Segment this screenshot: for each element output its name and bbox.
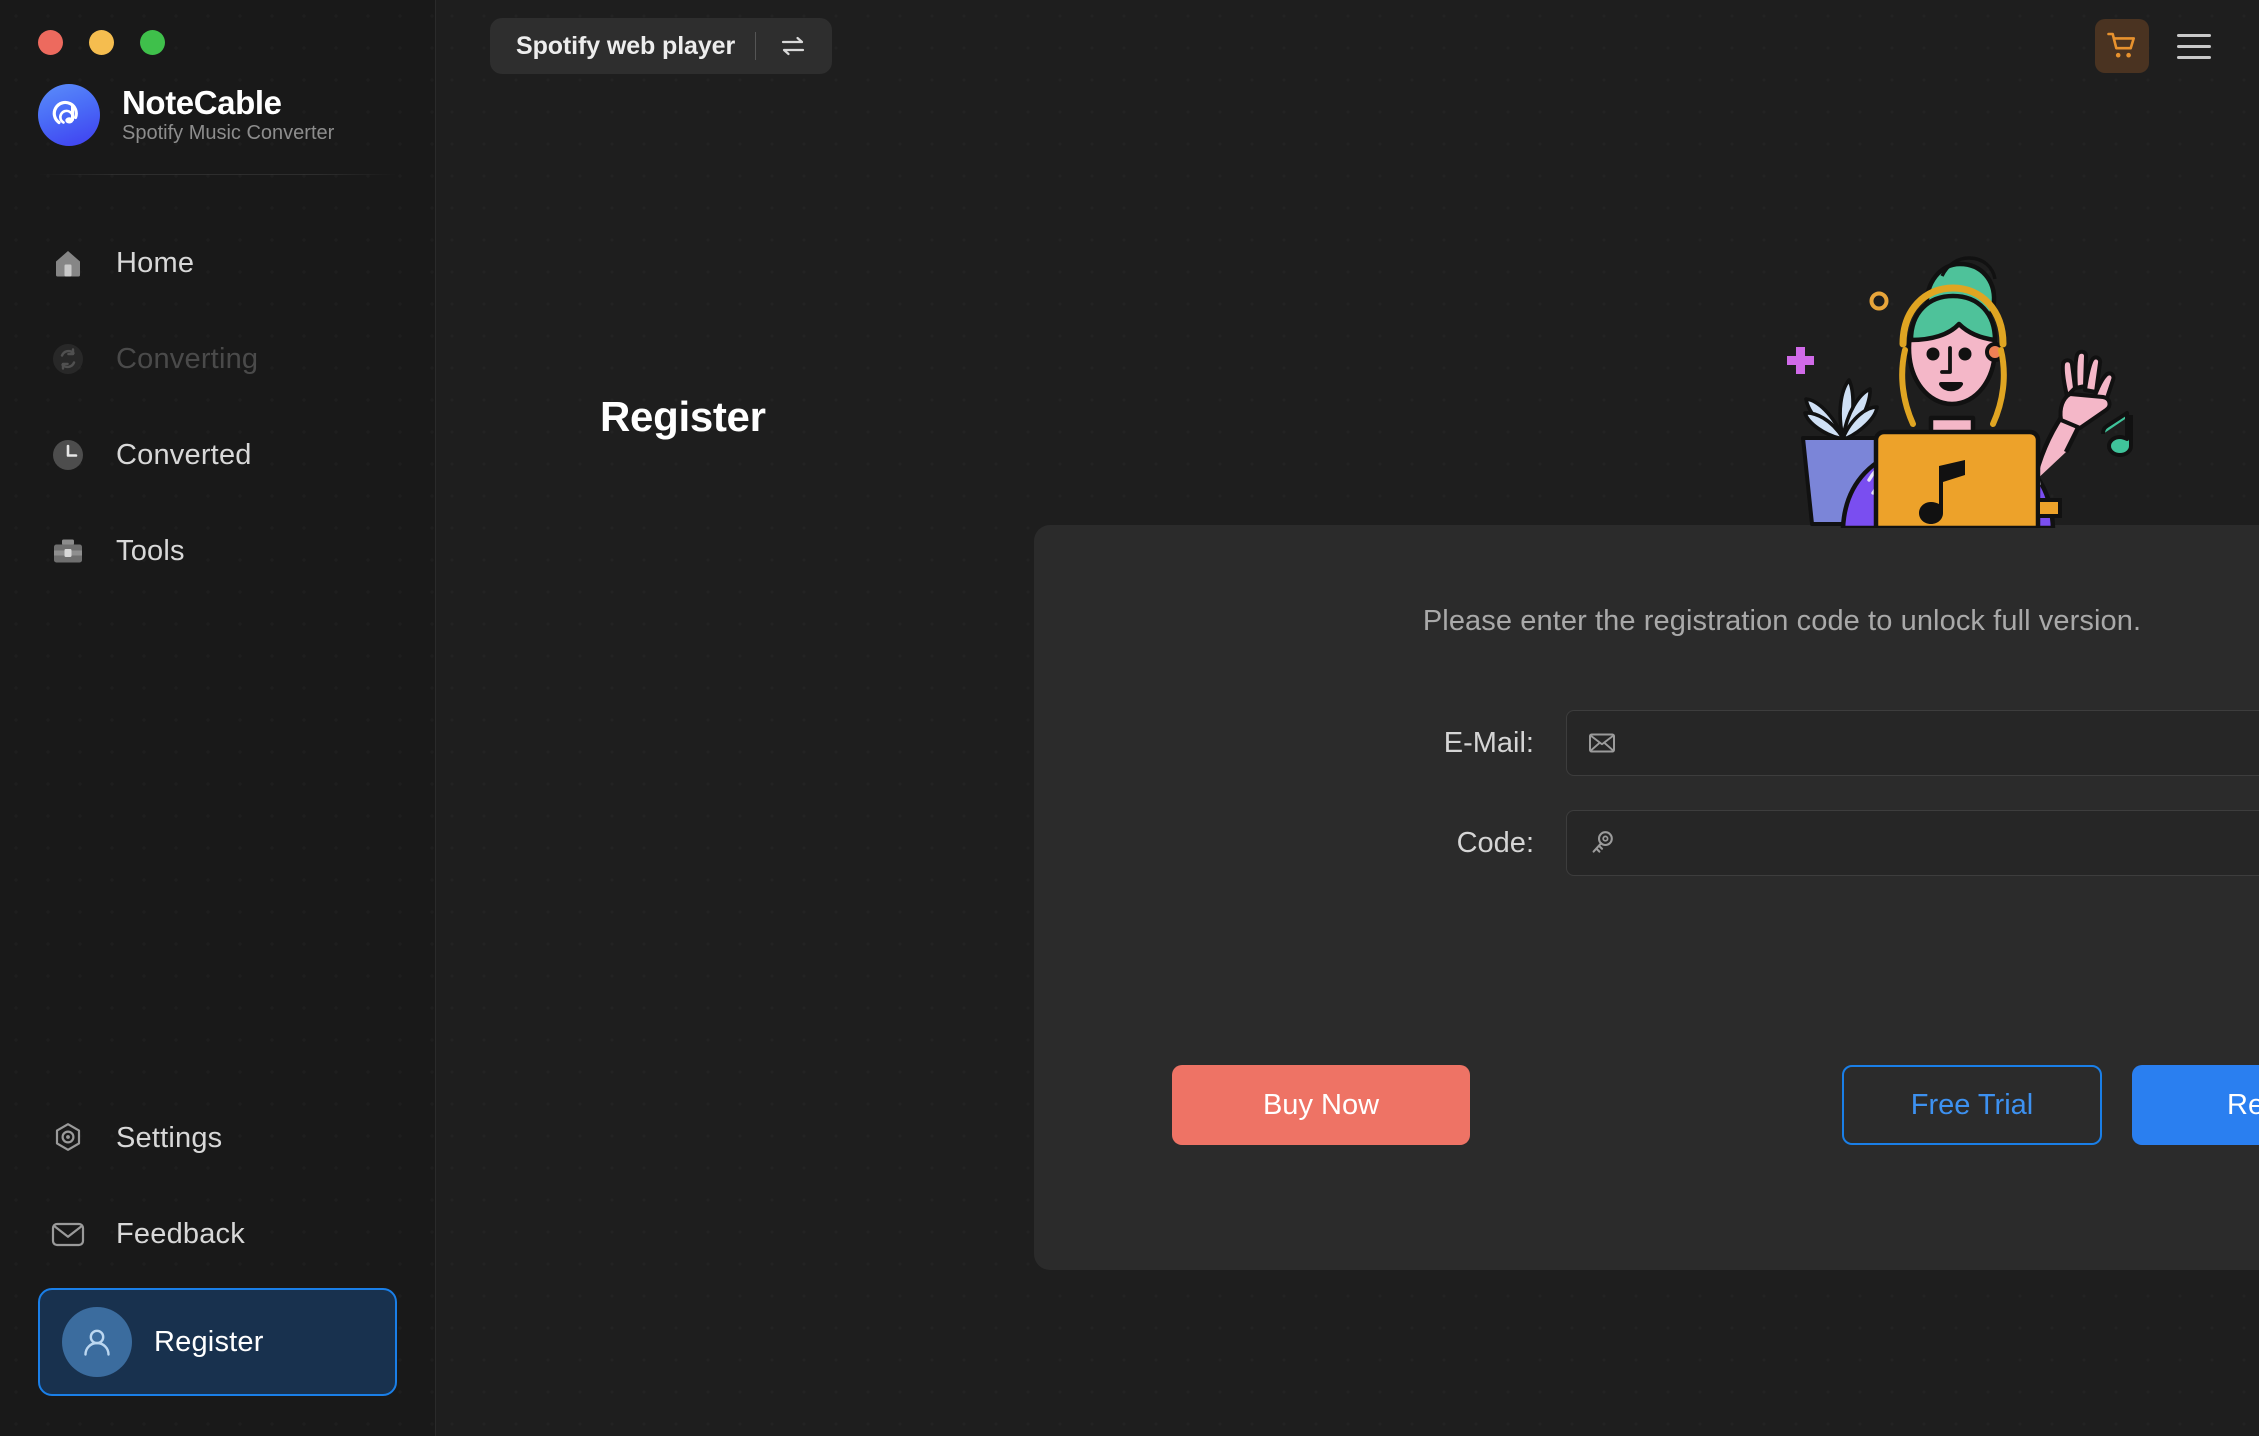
sidebar-item-converting[interactable]: Converting [0, 311, 435, 407]
sidebar-item-label: Settings [116, 1121, 223, 1154]
notecable-logo-icon [38, 84, 100, 146]
swap-arrows-icon[interactable] [776, 29, 810, 63]
clock-icon [46, 433, 90, 477]
code-input[interactable] [1629, 811, 2259, 875]
sidebar-divider [38, 174, 397, 175]
topbar-actions [2095, 19, 2223, 73]
sidebar-item-converted[interactable]: Converted [0, 407, 435, 503]
app-window: NoteCable Spotify Music Converter Home C… [0, 0, 2259, 1436]
pill-separator [755, 32, 757, 60]
email-label: E-Mail: [1443, 726, 1534, 759]
register-button[interactable]: Register [2132, 1065, 2259, 1145]
sidebar-item-register[interactable]: Register [38, 1288, 397, 1396]
converting-icon [46, 337, 90, 381]
email-row: E-Mail: [1034, 710, 2259, 776]
hamburger-menu-icon[interactable] [2177, 23, 2223, 69]
email-field[interactable] [1566, 710, 2259, 776]
key-icon [1585, 826, 1619, 860]
card-actions: Buy Now Free Trial Register [1034, 1065, 2259, 1145]
mail-icon [46, 1212, 90, 1256]
sidebar: NoteCable Spotify Music Converter Home C… [0, 0, 436, 1436]
source-selector[interactable]: Spotify web player [490, 18, 833, 74]
brand-block: NoteCable Spotify Music Converter [0, 62, 435, 146]
page-title: Register [600, 393, 766, 440]
sidebar-item-home[interactable]: Home [0, 215, 435, 311]
code-field[interactable] [1566, 810, 2259, 876]
sidebar-item-label: Converting [116, 342, 259, 375]
waving-person-with-laptop-illustration [1751, 238, 2151, 531]
maximize-window-button[interactable] [140, 30, 165, 55]
envelope-icon [1585, 726, 1619, 760]
gear-icon [46, 1116, 90, 1160]
user-avatar-icon [62, 1307, 132, 1377]
right-button-group: Free Trial Register [1842, 1065, 2259, 1145]
sidebar-item-tools[interactable]: Tools [0, 503, 435, 599]
source-selector-label: Spotify web player [516, 31, 736, 60]
close-window-button[interactable] [38, 30, 63, 55]
register-card: Please enter the registration code to un… [1034, 525, 2259, 1270]
sidebar-item-settings[interactable]: Settings [0, 1090, 435, 1186]
topbar: Spotify web player [436, 0, 2259, 92]
sidebar-item-label: Home [116, 246, 195, 279]
buy-now-button[interactable]: Buy Now [1172, 1065, 1470, 1145]
sidebar-nav: Home Converting Converted Tools [0, 215, 435, 599]
code-row: Code: [1034, 810, 2259, 876]
main-content: Spotify web player Register Please enter… [436, 0, 2259, 1436]
home-icon [46, 241, 90, 285]
shopping-cart-icon[interactable] [2095, 19, 2149, 73]
free-trial-button[interactable]: Free Trial [1842, 1065, 2102, 1145]
window-traffic-lights [0, 0, 435, 62]
sidebar-item-label: Converted [116, 438, 252, 471]
registration-form: E-Mail: Code: [1034, 710, 2259, 876]
code-label: Code: [1456, 826, 1534, 859]
sidebar-item-feedback[interactable]: Feedback [0, 1186, 435, 1282]
sidebar-bottom-nav: Settings Feedback Register [0, 1090, 435, 1436]
minimize-window-button[interactable] [89, 30, 114, 55]
email-input[interactable] [1629, 711, 2259, 775]
card-subtitle: Please enter the registration code to un… [1422, 605, 2142, 637]
brand-name: NoteCable [122, 84, 282, 121]
sidebar-item-label: Feedback [116, 1217, 245, 1250]
toolbox-icon [46, 529, 90, 573]
brand-subtitle: Spotify Music Converter [122, 122, 335, 144]
sidebar-item-label: Tools [116, 534, 185, 567]
sidebar-item-label: Register [154, 1325, 264, 1358]
